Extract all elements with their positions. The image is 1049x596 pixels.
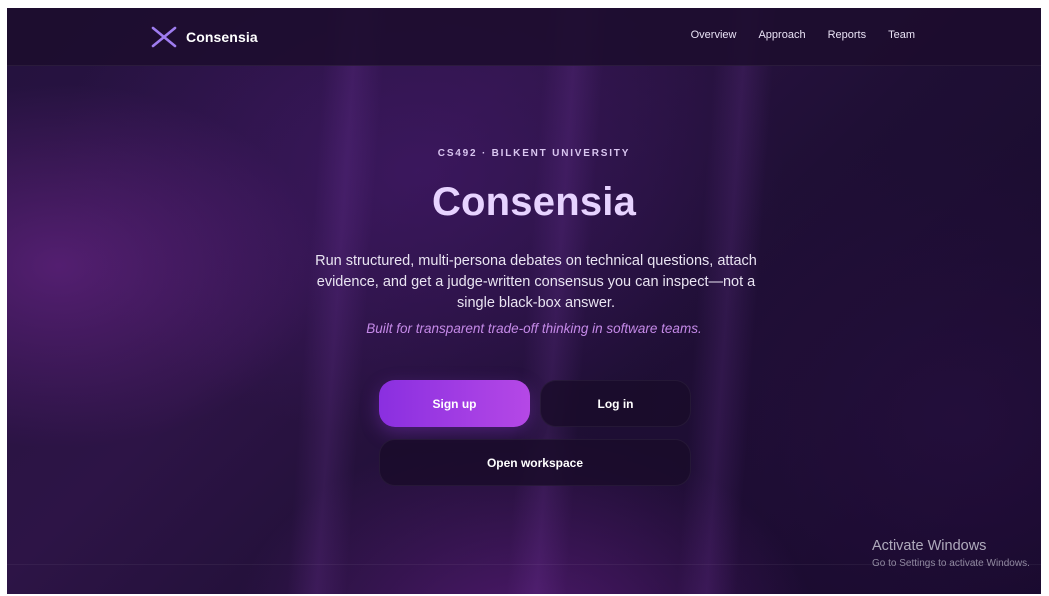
watermark-title: Activate Windows — [872, 538, 987, 554]
hero-description: Run structured, multi-persona debates on… — [315, 253, 757, 311]
page-frame: Consensia Overview Approach Reports Team… — [7, 8, 1041, 594]
hero-tagline: Built for transparent trade-off thinking… — [366, 321, 702, 336]
hero-title: Consensia — [431, 180, 637, 224]
signup-button[interactable]: Sign up — [379, 380, 530, 427]
open-workspace-button[interactable]: Open workspace — [379, 439, 691, 486]
hero-eyebrow: CS492 · BILKENT UNIVERSITY — [437, 148, 631, 159]
activate-windows-watermark: Activate Windows Go to Settings to activ… — [872, 538, 1030, 569]
login-button[interactable]: Log in — [540, 380, 691, 427]
watermark-subtitle: Go to Settings to activate Windows. — [872, 558, 1030, 569]
hero-section: CS492 · BILKENT UNIVERSITY Consensia Run… — [7, 8, 1041, 594]
